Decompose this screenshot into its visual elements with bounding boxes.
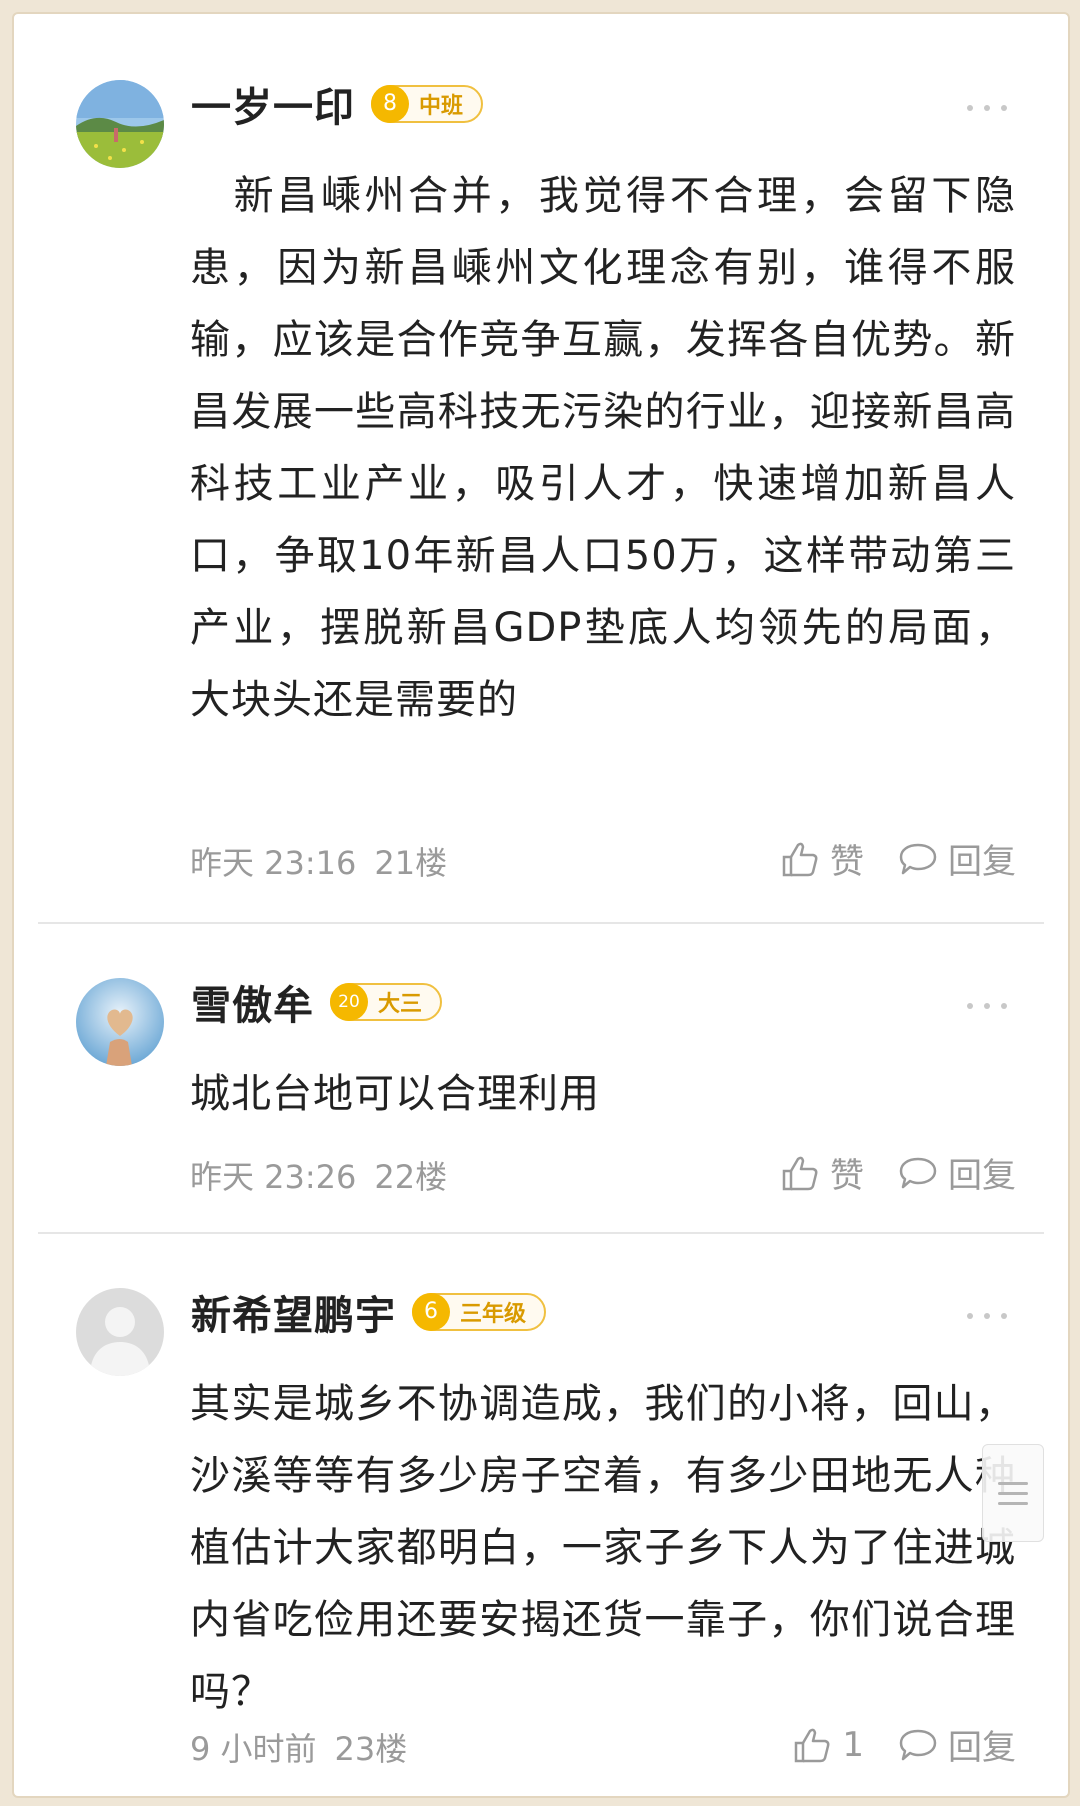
username[interactable]: 一岁一印	[191, 75, 355, 133]
level-badge: 6 三年级	[412, 1293, 547, 1331]
floor-number: 22楼	[374, 1158, 448, 1196]
star-badge-icon: 8	[371, 85, 409, 123]
badge-label: 大三	[378, 992, 423, 1017]
comment-time: 昨天 23:16	[190, 844, 357, 882]
comment-item: 新希望鹏宇 6 三年级 其实是城乡不协调造成，我们的小将，回山，沙溪等等有多少房…	[26, 1234, 1056, 1796]
page-frame: 一岁一印 8 中班 新昌嵊州合并，我觉得不合理，会留下隐患，因为新昌嵊州文化理念…	[12, 12, 1070, 1798]
speech-bubble-icon	[899, 1729, 937, 1760]
comment-text: 新昌嵊州合并，我觉得不合理，会留下隐患，因为新昌嵊州文化理念有别，谁得不服输，应…	[190, 173, 1016, 723]
username[interactable]: 新希望鹏宇	[191, 1283, 396, 1341]
default-user-avatar-icon[interactable]	[76, 1288, 164, 1376]
reply-label: 回复	[948, 842, 1016, 882]
comment-meta: 昨天 23:16 21楼	[190, 838, 447, 884]
star-badge-icon: 6	[412, 1293, 450, 1331]
comment-time: 9 小时前	[190, 1730, 317, 1768]
thumbs-up-icon	[782, 1156, 818, 1190]
more-dots-icon[interactable]	[966, 104, 1008, 112]
like-label: 赞	[830, 1156, 864, 1196]
comment-time: 昨天 23:26	[190, 1158, 357, 1196]
level-badge: 20 大三	[330, 983, 443, 1021]
comment-meta: 9 小时前 23楼	[190, 1724, 407, 1770]
thumbs-up-icon	[782, 842, 818, 876]
speech-bubble-icon	[899, 843, 937, 874]
comment-header: 一岁一印 8 中班	[191, 74, 484, 134]
more-dots-icon[interactable]	[966, 1312, 1008, 1320]
comment-text: 其实是城乡不协调造成，我们的小将，回山，沙溪等等有多少房子空着，有多少田地无人种…	[190, 1381, 1016, 1715]
like-button[interactable]: 赞	[780, 834, 864, 883]
reply-button[interactable]: 回复	[898, 834, 1016, 883]
like-label: 赞	[830, 842, 864, 882]
badge-label: 中班	[419, 94, 464, 119]
level-badge: 8 中班	[371, 85, 484, 123]
comment-actions: 1 回复	[758, 1720, 1016, 1769]
comment-actions: 赞 回复	[746, 1148, 1016, 1197]
more-dots-icon[interactable]	[966, 1002, 1008, 1010]
comment-item: 雪傲牟 20 大三 城北台地可以合理利用 昨天 23:26 22楼 赞 回复	[26, 924, 1056, 1234]
scroll-handle-icon[interactable]	[982, 1444, 1044, 1542]
thumbs-up-icon	[795, 1728, 830, 1762]
comment-actions: 赞 回复	[746, 834, 1016, 883]
username[interactable]: 雪傲牟	[191, 973, 314, 1031]
landscape-avatar-icon[interactable]	[76, 80, 164, 168]
comment-list: 一岁一印 8 中班 新昌嵊州合并，我觉得不合理，会留下隐患，因为新昌嵊州文化理念…	[26, 26, 1056, 1784]
floor-number: 23楼	[334, 1730, 408, 1768]
like-button[interactable]: 赞	[780, 1148, 864, 1197]
reply-button[interactable]: 回复	[898, 1148, 1016, 1197]
like-count: 1	[842, 1724, 864, 1765]
star-badge-icon: 20	[330, 983, 368, 1021]
reply-button[interactable]: 回复	[898, 1720, 1016, 1769]
heart-hand-avatar-icon[interactable]	[76, 978, 164, 1066]
like-button[interactable]: 1	[792, 1725, 864, 1765]
reply-label: 回复	[948, 1156, 1016, 1196]
comment-item: 一岁一印 8 中班 新昌嵊州合并，我觉得不合理，会留下隐患，因为新昌嵊州文化理念…	[26, 26, 1056, 924]
reply-label: 回复	[948, 1728, 1016, 1768]
floor-number: 21楼	[374, 844, 448, 882]
comment-header: 新希望鹏宇 6 三年级	[191, 1282, 547, 1342]
comment-meta: 昨天 23:26 22楼	[190, 1152, 447, 1198]
comment-header: 雪傲牟 20 大三	[191, 972, 443, 1032]
comment-text: 城北台地可以合理利用	[190, 1071, 600, 1117]
badge-label: 三年级	[460, 1302, 527, 1327]
speech-bubble-icon	[899, 1157, 937, 1188]
